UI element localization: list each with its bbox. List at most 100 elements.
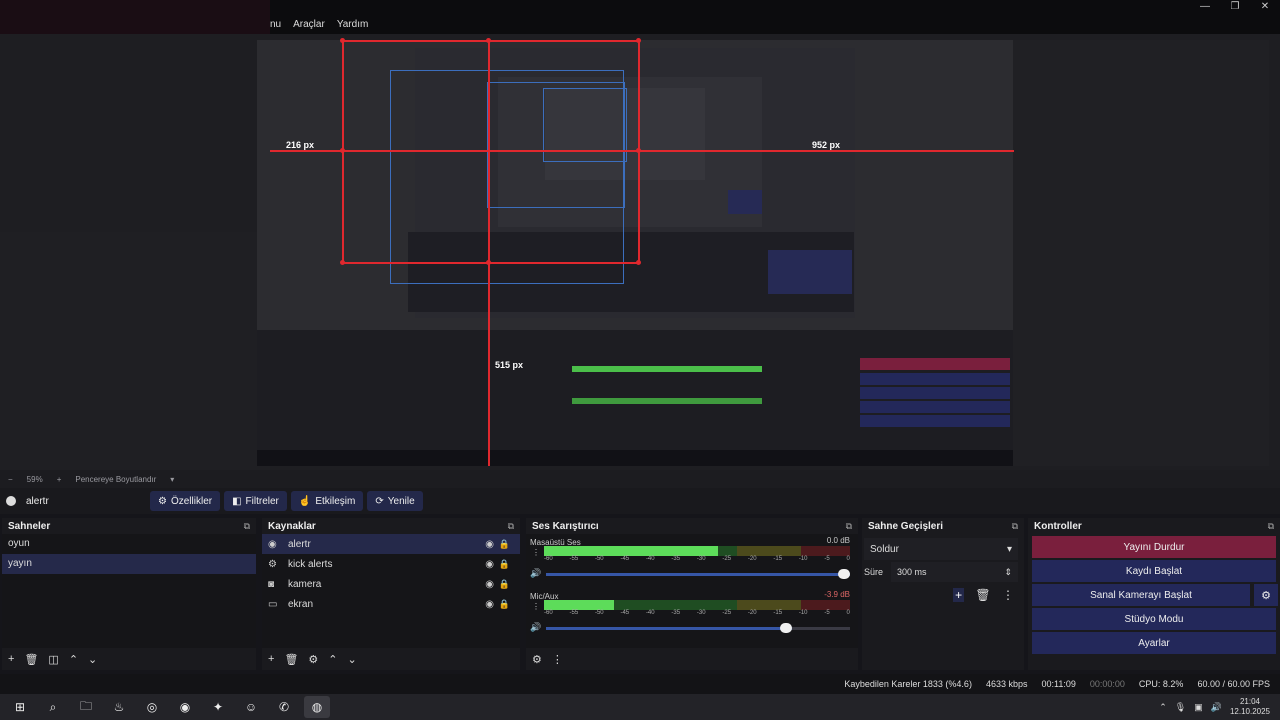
studio-mode-button[interactable]: Stüdyo Modu [1032, 608, 1276, 630]
speaker-icon[interactable]: 🔊 [1211, 702, 1222, 713]
kebab-menu-icon[interactable]: ⋮ [532, 548, 540, 557]
volume-knob[interactable] [780, 623, 793, 633]
file-explorer-icon[interactable]: 🗀 [73, 696, 99, 718]
move-up-icon[interactable]: ⌃ [328, 653, 337, 666]
filter-icon[interactable]: ◫ [48, 653, 58, 666]
search-icon[interactable]: ⌕ [40, 696, 66, 718]
lock-icon[interactable]: 🔒 [499, 579, 510, 590]
settings-button[interactable]: Ayarlar [1032, 632, 1276, 654]
spotify-icon[interactable]: ◎ [139, 696, 165, 718]
lock-icon[interactable]: 🔒 [499, 539, 510, 550]
settings-source-icon: ⚙ [268, 558, 277, 570]
steam-icon[interactable]: ♨ [106, 696, 132, 718]
handle-dot[interactable] [486, 260, 491, 265]
properties-label: Özellikler [170, 495, 213, 507]
fit-to-window-label[interactable]: Pencereye Boyutlandır [75, 475, 156, 484]
chevron-down-icon[interactable]: ▾ [170, 475, 174, 484]
add-icon[interactable]: + [268, 653, 274, 665]
maximize-button[interactable]: ❐ [1220, 0, 1250, 14]
move-down-icon[interactable]: ⌄ [88, 653, 97, 666]
microphone-icon[interactable]: 🎙 [1175, 702, 1186, 713]
clock[interactable]: 21:04 12.10.2025 [1230, 697, 1270, 717]
trash-icon[interactable]: 🗑 [975, 588, 990, 602]
measure-line-vertical [488, 40, 490, 466]
windows-start-icon[interactable]: ⊞ [7, 696, 33, 718]
handle-dot[interactable] [340, 38, 345, 43]
lock-icon[interactable]: 🔒 [499, 559, 510, 570]
discord-icon[interactable]: ☺ [238, 696, 264, 718]
eye-icon[interactable]: ◉ [485, 579, 494, 590]
transition-select[interactable]: Soldur ▾ [864, 538, 1018, 560]
app-icon[interactable]: ✦ [205, 696, 231, 718]
scene-item[interactable]: oyun [2, 534, 256, 554]
duration-label: Süre [864, 567, 884, 577]
eye-icon[interactable]: ◉ [485, 539, 494, 550]
move-down-icon[interactable]: ⌄ [348, 653, 357, 666]
meter-tick: -40 [645, 556, 655, 562]
undock-icon[interactable]: ⧉ [1268, 521, 1274, 532]
trash-icon[interactable]: 🗑 [24, 653, 38, 666]
volume-knob[interactable] [838, 569, 850, 579]
move-up-icon[interactable]: ⌃ [69, 653, 78, 666]
add-icon[interactable]: + [953, 588, 965, 602]
start-virtual-camera-button[interactable]: Sanal Kamerayı Başlat ⚙ [1032, 584, 1278, 606]
chrome-icon[interactable]: ◉ [172, 696, 198, 718]
volume-slider[interactable] [546, 623, 850, 633]
meter-tick: 0 [846, 556, 850, 562]
menu-item-view[interactable]: nu [270, 19, 281, 30]
interact-button[interactable]: ☝ Etkileşim [290, 491, 364, 511]
menu-item-tools[interactable]: Araçlar [293, 19, 325, 30]
lock-icon[interactable]: 🔒 [499, 599, 510, 610]
eye-icon[interactable]: ◉ [485, 599, 494, 610]
camera-icon: ◙ [268, 578, 275, 590]
add-icon[interactable]: + [8, 653, 14, 665]
speaker-icon[interactable]: 🔊 [530, 622, 541, 633]
whatsapp-icon[interactable]: ✆ [271, 696, 297, 718]
source-item[interactable]: ▭ ekran ◉ 🔒 [262, 594, 520, 614]
gear-icon: ⚙ [158, 495, 167, 507]
zoom-in-button[interactable]: + [57, 475, 62, 484]
stepper-icon[interactable]: ⇕ [1004, 567, 1012, 578]
source-item[interactable]: ◙ kamera ◉ 🔒 [262, 574, 520, 594]
chevron-up-icon[interactable]: ⌃ [1159, 702, 1167, 713]
start-recording-button[interactable]: Kaydı Başlat [1032, 560, 1276, 582]
refresh-button[interactable]: ⟳ Yenile [367, 491, 423, 511]
stop-streaming-button[interactable]: Yayını Durdur [1032, 536, 1276, 558]
eye-icon[interactable]: ◉ [485, 559, 494, 570]
handle-dot[interactable] [486, 38, 491, 43]
minimize-button[interactable]: — [1190, 0, 1220, 14]
scene-item-selected[interactable]: yayın [2, 554, 256, 574]
handle-dot[interactable] [340, 260, 345, 265]
kebab-menu-icon[interactable]: ⋮ [532, 602, 540, 611]
handle-dot[interactable] [636, 38, 641, 43]
handle-dot[interactable] [636, 148, 641, 153]
volume-slider[interactable] [546, 569, 850, 579]
handle-dot[interactable] [340, 148, 345, 153]
duration-input[interactable]: 300 ms ⇕ [891, 562, 1018, 582]
menu-item-help[interactable]: Yardım [337, 19, 369, 30]
filters-button[interactable]: ◧ Filtreler [224, 491, 287, 511]
current-source-label: alertr [26, 495, 49, 507]
zoom-out-button[interactable]: − [8, 475, 13, 484]
properties-button[interactable]: ⚙ Özellikler [150, 491, 221, 511]
kebab-menu-icon[interactable]: ⋮ [552, 653, 563, 666]
gear-icon[interactable]: ⚙ [308, 653, 318, 666]
virtual-camera-settings-button[interactable]: ⚙ [1254, 584, 1278, 606]
measure-line-horizontal [270, 150, 1014, 152]
gear-icon[interactable]: ⚙ [532, 653, 542, 666]
undock-icon[interactable]: ⧉ [846, 521, 852, 532]
meter-ticks: -60 -55 -50 -45 -40 -35 -30 -25 -20 -15 -10 -5 0 [544, 556, 850, 566]
source-item[interactable]: ⚙ kick alerts ◉ 🔒 [262, 554, 520, 574]
undock-icon[interactable]: ⧉ [508, 521, 514, 532]
network-icon[interactable]: ▣ [1194, 702, 1203, 713]
undock-icon[interactable]: ⧉ [1012, 521, 1018, 532]
kebab-menu-icon[interactable]: ⋮ [1002, 588, 1014, 602]
trash-icon[interactable]: 🗑 [284, 653, 298, 666]
obs-icon[interactable]: ◍ [304, 696, 330, 718]
zoom-level: 59% [26, 474, 43, 484]
undock-icon[interactable]: ⧉ [244, 521, 250, 532]
speaker-icon[interactable]: 🔊 [530, 568, 541, 579]
handle-dot[interactable] [636, 260, 641, 265]
close-button[interactable]: ✕ [1250, 0, 1280, 14]
source-item-selected[interactable]: ◉ alertr ◉ 🔒 [262, 534, 520, 554]
